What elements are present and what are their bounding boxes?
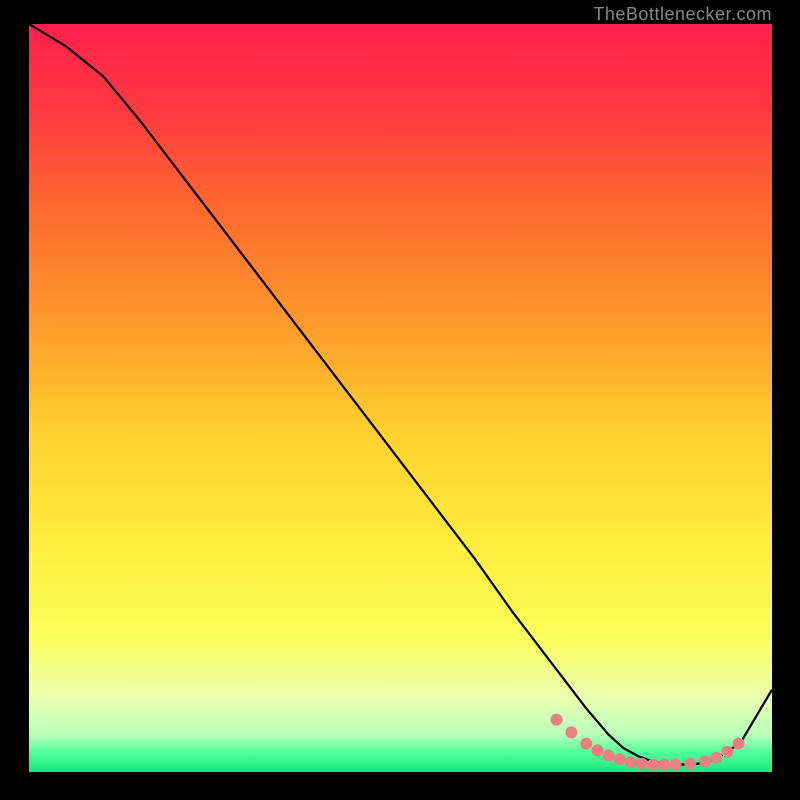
chart-root: TheBottlenecker.com — [0, 0, 800, 800]
watermark-label: TheBottlenecker.com — [593, 4, 772, 25]
chart-gradient-background — [29, 24, 772, 772]
